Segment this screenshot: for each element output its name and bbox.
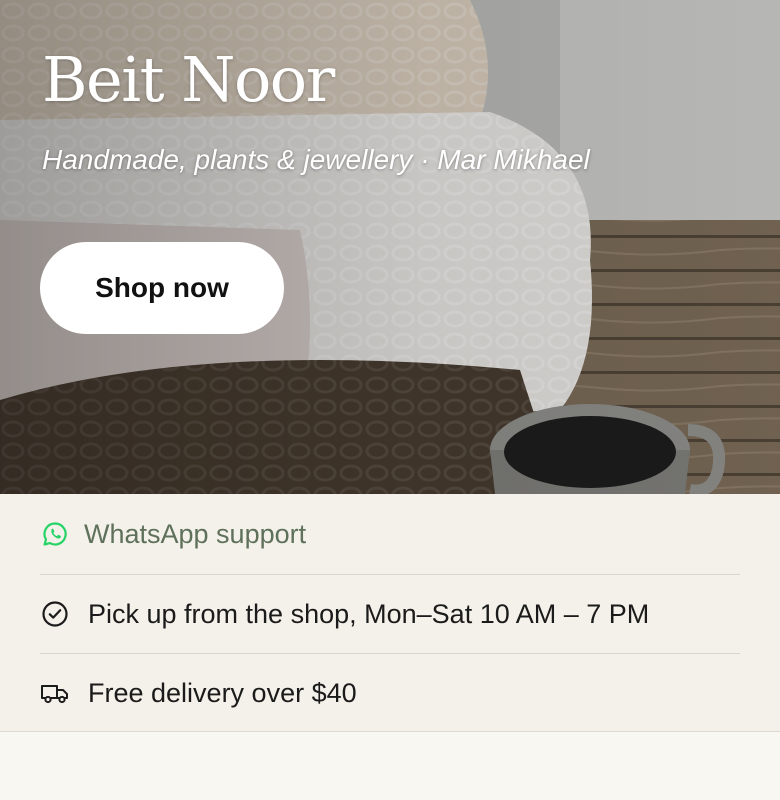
check-circle-icon [40,599,70,629]
feature-delivery: Free delivery over $40 [40,654,740,732]
shop-now-button[interactable]: Shop now [40,242,284,334]
truck-icon [40,678,70,708]
whatsapp-icon [40,519,70,549]
feature-whatsapp-support[interactable]: WhatsApp support [40,494,740,575]
features-list: WhatsApp support Pick up from the shop, … [0,494,780,732]
hero-banner: Beit Noor Handmade, plants & jewellery ·… [0,0,780,494]
feature-label: Pick up from the shop, Mon–Sat 10 AM – 7… [88,598,650,629]
feature-pickup: Pick up from the shop, Mon–Sat 10 AM – 7… [40,575,740,654]
feature-label: Free delivery over $40 [88,677,357,708]
brand-tagline: Handmade, plants & jewellery · Mar Mikha… [42,144,590,175]
feature-label: WhatsApp support [84,518,307,549]
brand-title: Beit Noor [42,43,335,116]
